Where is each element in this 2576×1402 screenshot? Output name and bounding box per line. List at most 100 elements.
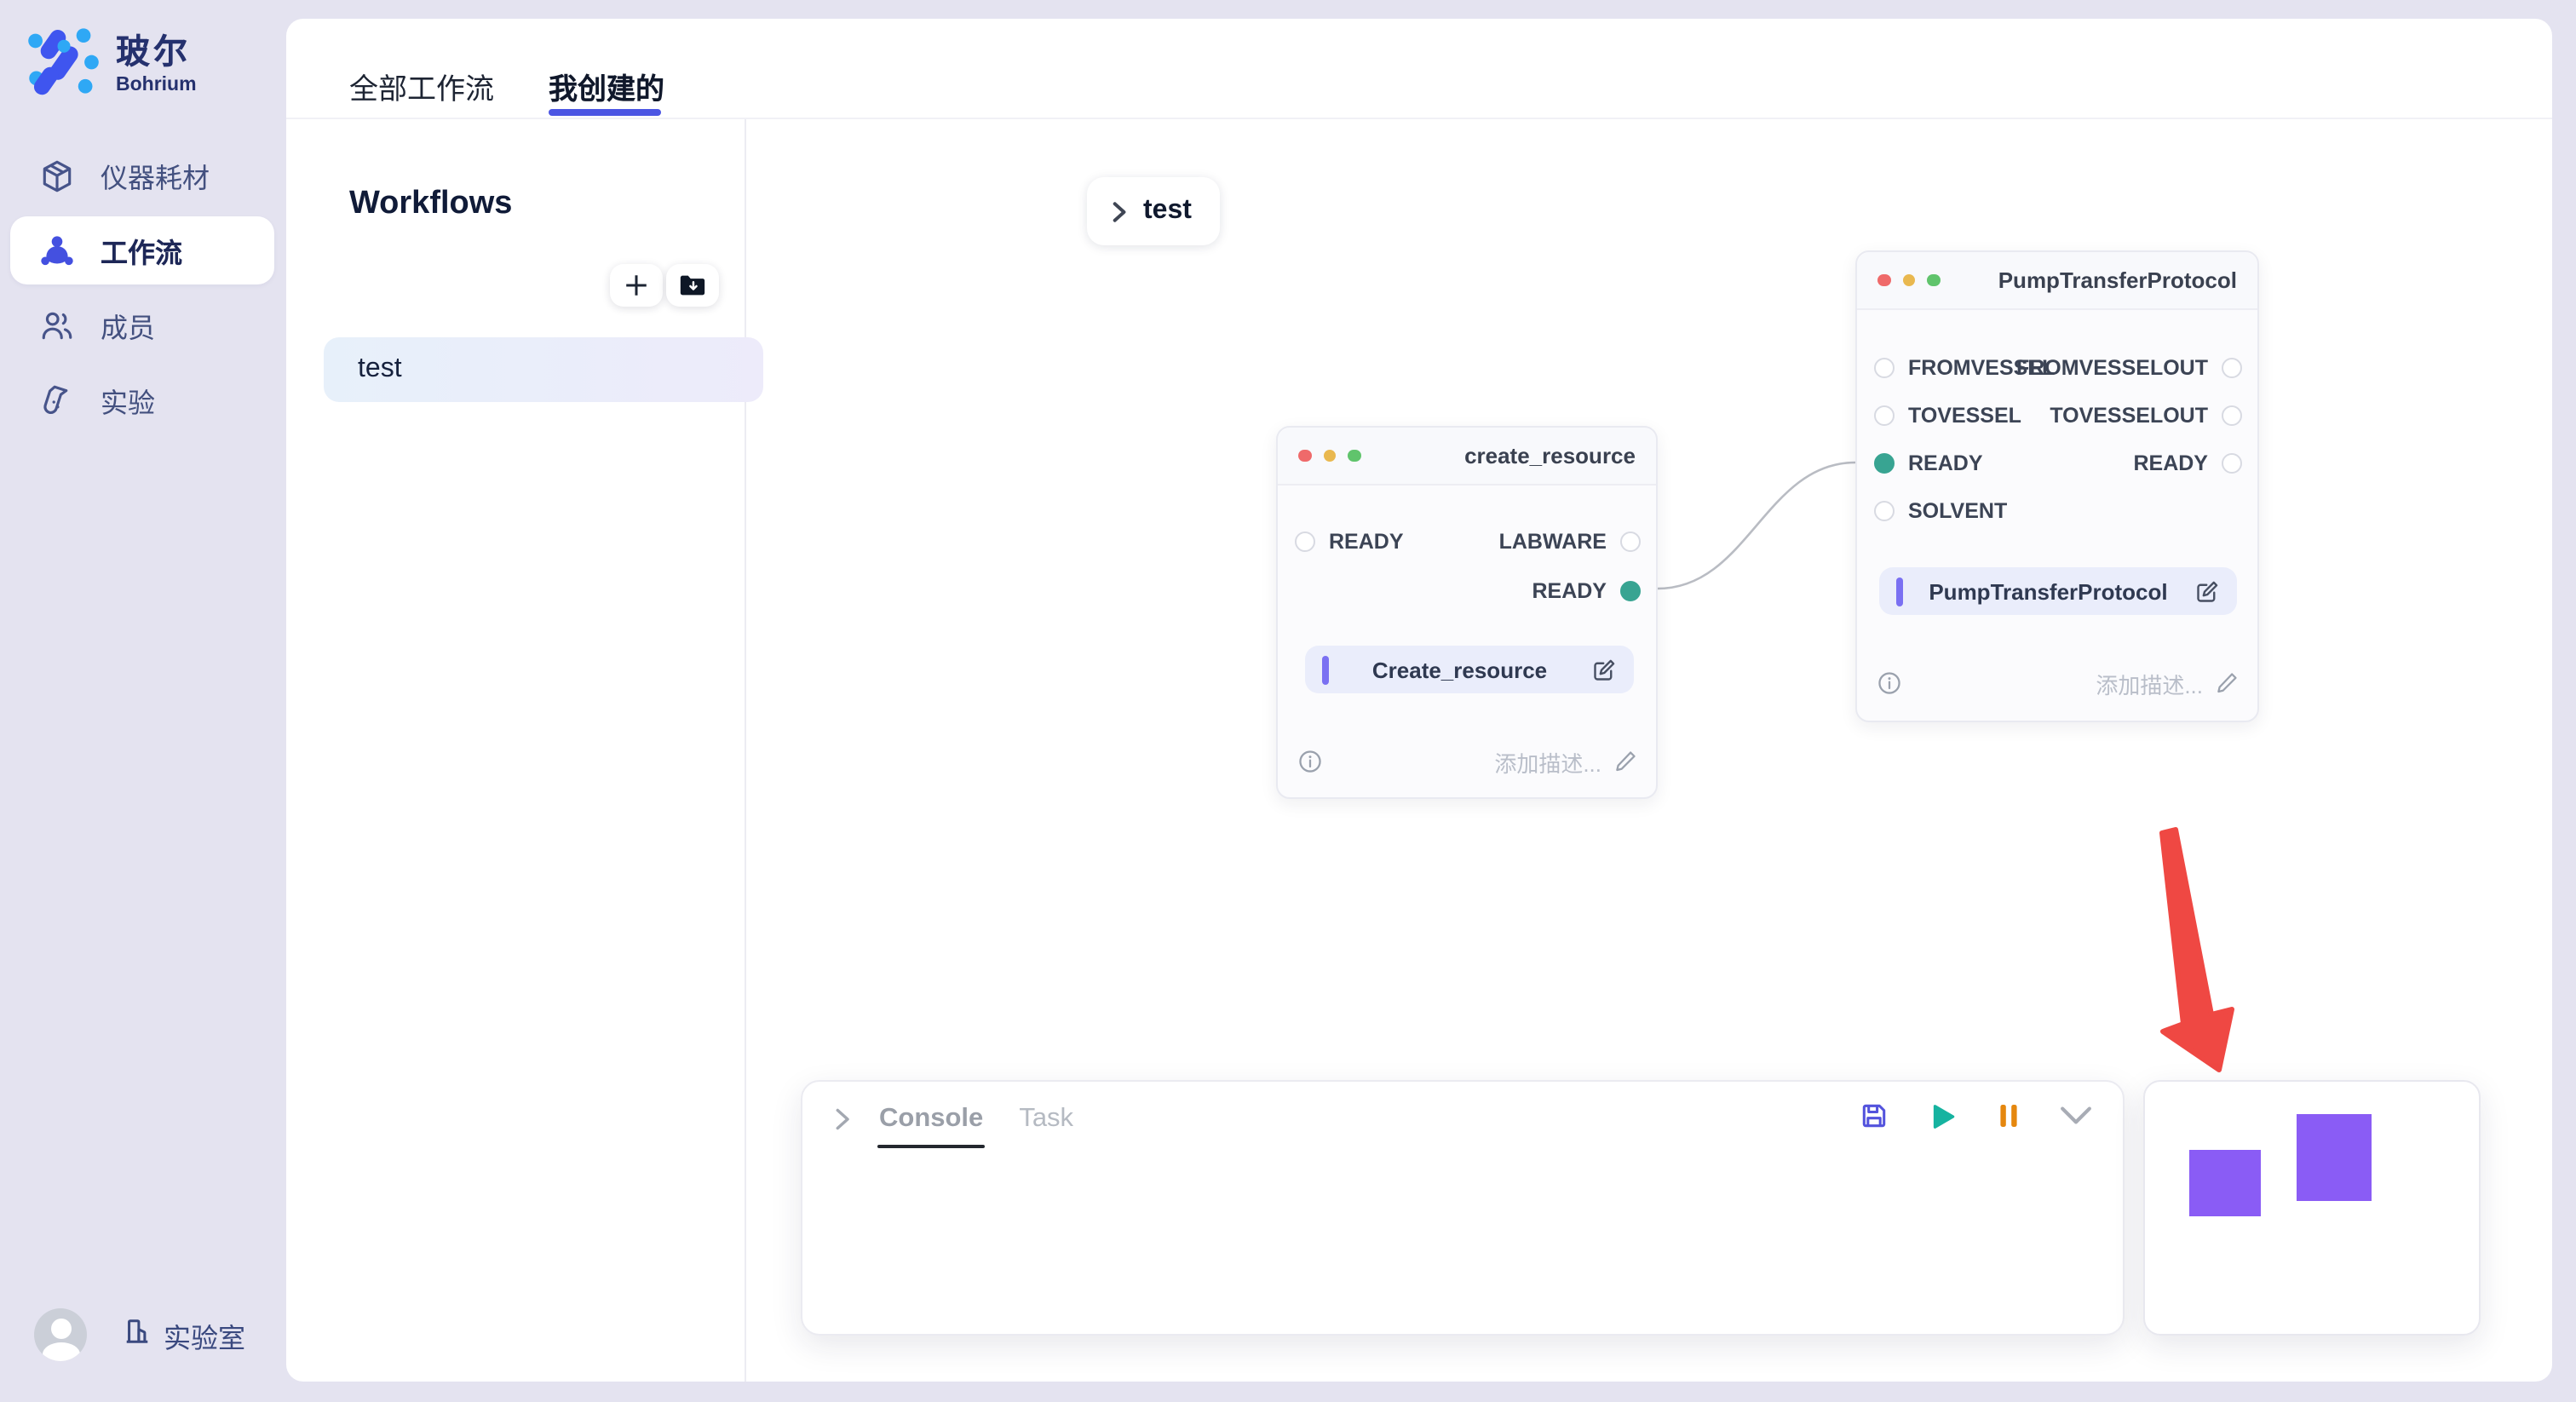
port-label: READY bbox=[1908, 451, 1983, 475]
tab-task[interactable]: Task bbox=[1019, 1104, 1073, 1135]
port-label: SOLVENT bbox=[1908, 499, 2007, 523]
brand-name-zh: 玻尔 bbox=[116, 36, 197, 72]
node-footer: 添加描述... bbox=[1877, 666, 2239, 700]
minimap-node-pump-transfer bbox=[2297, 1114, 2372, 1201]
panel-title: Workflows bbox=[349, 186, 512, 223]
port-circle[interactable] bbox=[1874, 405, 1895, 426]
port-label: READY bbox=[1329, 530, 1404, 554]
edit-icon[interactable] bbox=[1591, 657, 1617, 682]
port-circle[interactable] bbox=[2222, 453, 2242, 474]
console-panel: Console Task bbox=[801, 1080, 2125, 1336]
pencil-icon[interactable] bbox=[2215, 671, 2239, 695]
node-create-resource[interactable]: create_resource READY LABWARE READY Crea… bbox=[1276, 426, 1658, 799]
info-icon[interactable] bbox=[1298, 750, 1322, 773]
minimap-node-create-resource bbox=[2189, 1150, 2261, 1216]
port-ready-out[interactable]: READY bbox=[2133, 446, 2242, 480]
breadcrumb-test[interactable]: test bbox=[1087, 177, 1220, 245]
tab-my-created[interactable]: 我创建的 bbox=[549, 65, 664, 107]
sidebar-nav: 仪器耗材 工作流 bbox=[10, 141, 274, 441]
chevron-down-icon[interactable] bbox=[2060, 1106, 2092, 1126]
pill-label: Create_resource bbox=[1328, 657, 1591, 682]
node-title: PumpTransferProtocol bbox=[1998, 267, 2237, 293]
sidebar-item-workflow[interactable]: 工作流 bbox=[10, 216, 274, 284]
active-tab-underline bbox=[549, 109, 661, 115]
tab-all-workflows[interactable]: 全部工作流 bbox=[349, 65, 494, 107]
import-folder-button[interactable] bbox=[666, 264, 719, 307]
sidebar-item-experiments[interactable]: 实验 bbox=[10, 366, 274, 434]
node-title: create_resource bbox=[1464, 443, 1636, 468]
node-action-pill[interactable]: PumpTransferProtocol bbox=[1879, 567, 2237, 615]
info-icon[interactable] bbox=[1877, 671, 1901, 695]
node-header[interactable]: PumpTransferProtocol bbox=[1857, 252, 2257, 310]
traffic-dots-icon bbox=[1877, 274, 1940, 287]
description-placeholder[interactable]: 添加描述... bbox=[2096, 667, 2203, 699]
text-cursor bbox=[1322, 655, 1328, 684]
connection-edge bbox=[1658, 463, 1855, 589]
save-icon[interactable] bbox=[1859, 1100, 1889, 1131]
pencil-icon[interactable] bbox=[1613, 750, 1637, 773]
lab-switcher[interactable]: 实验室 bbox=[123, 1314, 245, 1355]
workflow-icon bbox=[39, 233, 75, 268]
port-label: READY bbox=[2133, 451, 2208, 475]
experiment-icon bbox=[39, 382, 75, 418]
user-avatar[interactable] bbox=[34, 1308, 87, 1361]
sidebar-item-members[interactable]: 成员 bbox=[10, 291, 274, 359]
port-circle[interactable] bbox=[1874, 501, 1895, 521]
folder-download-icon bbox=[678, 273, 707, 298]
sidebar-item-label: 仪器耗材 bbox=[101, 155, 210, 196]
bohrium-logo-icon bbox=[24, 22, 102, 109]
port-label: TOVESSEL bbox=[1908, 404, 2021, 428]
brand-name-en: Bohrium bbox=[116, 75, 197, 95]
description-placeholder[interactable]: 添加描述... bbox=[1494, 745, 1601, 778]
collapse-chevron-icon[interactable] bbox=[831, 1107, 852, 1131]
pause-icon[interactable] bbox=[1997, 1102, 2021, 1129]
sidebar-item-label: 成员 bbox=[101, 305, 155, 346]
port-circle[interactable] bbox=[2222, 358, 2242, 378]
box-icon bbox=[39, 158, 75, 193]
port-tovessel-in[interactable]: TOVESSEL bbox=[1874, 399, 2021, 433]
port-label: READY bbox=[1532, 579, 1607, 603]
node-footer: 添加描述... bbox=[1298, 744, 1637, 779]
sidebar-item-label: 工作流 bbox=[101, 230, 182, 271]
traffic-dots-icon bbox=[1298, 450, 1360, 463]
port-circle[interactable] bbox=[1620, 531, 1641, 552]
add-workflow-button[interactable] bbox=[610, 264, 663, 307]
node-action-pill[interactable]: Create_resource bbox=[1305, 646, 1634, 693]
play-icon[interactable] bbox=[1929, 1101, 1958, 1130]
bohrium-workflow-app: 玻尔 Bohrium 仪器耗材 bbox=[0, 0, 2576, 1402]
top-tabs: 全部工作流 我创建的 bbox=[286, 19, 2552, 119]
port-circle-connected[interactable] bbox=[1620, 581, 1641, 601]
port-label: TOVESSELOUT bbox=[2050, 404, 2208, 428]
tab-console[interactable]: Console bbox=[879, 1104, 983, 1135]
port-fromvesselout-out[interactable]: FROMVESSELOUT bbox=[2016, 351, 2242, 385]
chevron-right-icon bbox=[1109, 200, 1128, 222]
brand-logo[interactable]: 玻尔 Bohrium bbox=[24, 22, 197, 109]
pill-label: PumpTransferProtocol bbox=[1902, 578, 2194, 604]
port-label: LABWARE bbox=[1499, 530, 1607, 554]
members-icon bbox=[39, 307, 75, 343]
building-icon bbox=[123, 1316, 152, 1353]
node-header[interactable]: create_resource bbox=[1278, 428, 1656, 486]
port-labware-out[interactable]: LABWARE bbox=[1499, 525, 1641, 559]
sidebar-item-instruments[interactable]: 仪器耗材 bbox=[10, 141, 274, 210]
workflow-list-panel: Workflows test bbox=[286, 119, 746, 1382]
port-label: FROMVESSELOUT bbox=[2016, 356, 2208, 380]
workflow-item-name: test bbox=[358, 354, 402, 385]
port-circle-connected[interactable] bbox=[1874, 453, 1895, 474]
node-pump-transfer-protocol[interactable]: PumpTransferProtocol FROMVESSEL FROMVESS… bbox=[1855, 250, 2259, 722]
port-ready-in[interactable]: READY bbox=[1874, 446, 1983, 480]
plus-icon bbox=[624, 273, 649, 298]
port-circle[interactable] bbox=[1874, 358, 1895, 378]
workflow-list-item-test[interactable]: test bbox=[324, 337, 763, 402]
port-circle[interactable] bbox=[2222, 405, 2242, 426]
port-solvent-in[interactable]: SOLVENT bbox=[1874, 494, 2007, 528]
edit-icon[interactable] bbox=[2194, 578, 2220, 604]
text-cursor bbox=[1896, 577, 1902, 606]
port-tovesselout-out[interactable]: TOVESSELOUT bbox=[2050, 399, 2242, 433]
annotation-arrow bbox=[2162, 830, 2232, 1070]
port-ready-out[interactable]: READY bbox=[1532, 574, 1641, 608]
sidebar-item-label: 实验 bbox=[101, 380, 155, 421]
port-circle[interactable] bbox=[1295, 531, 1315, 552]
minimap[interactable] bbox=[2143, 1080, 2481, 1336]
port-ready-in[interactable]: READY bbox=[1295, 525, 1404, 559]
